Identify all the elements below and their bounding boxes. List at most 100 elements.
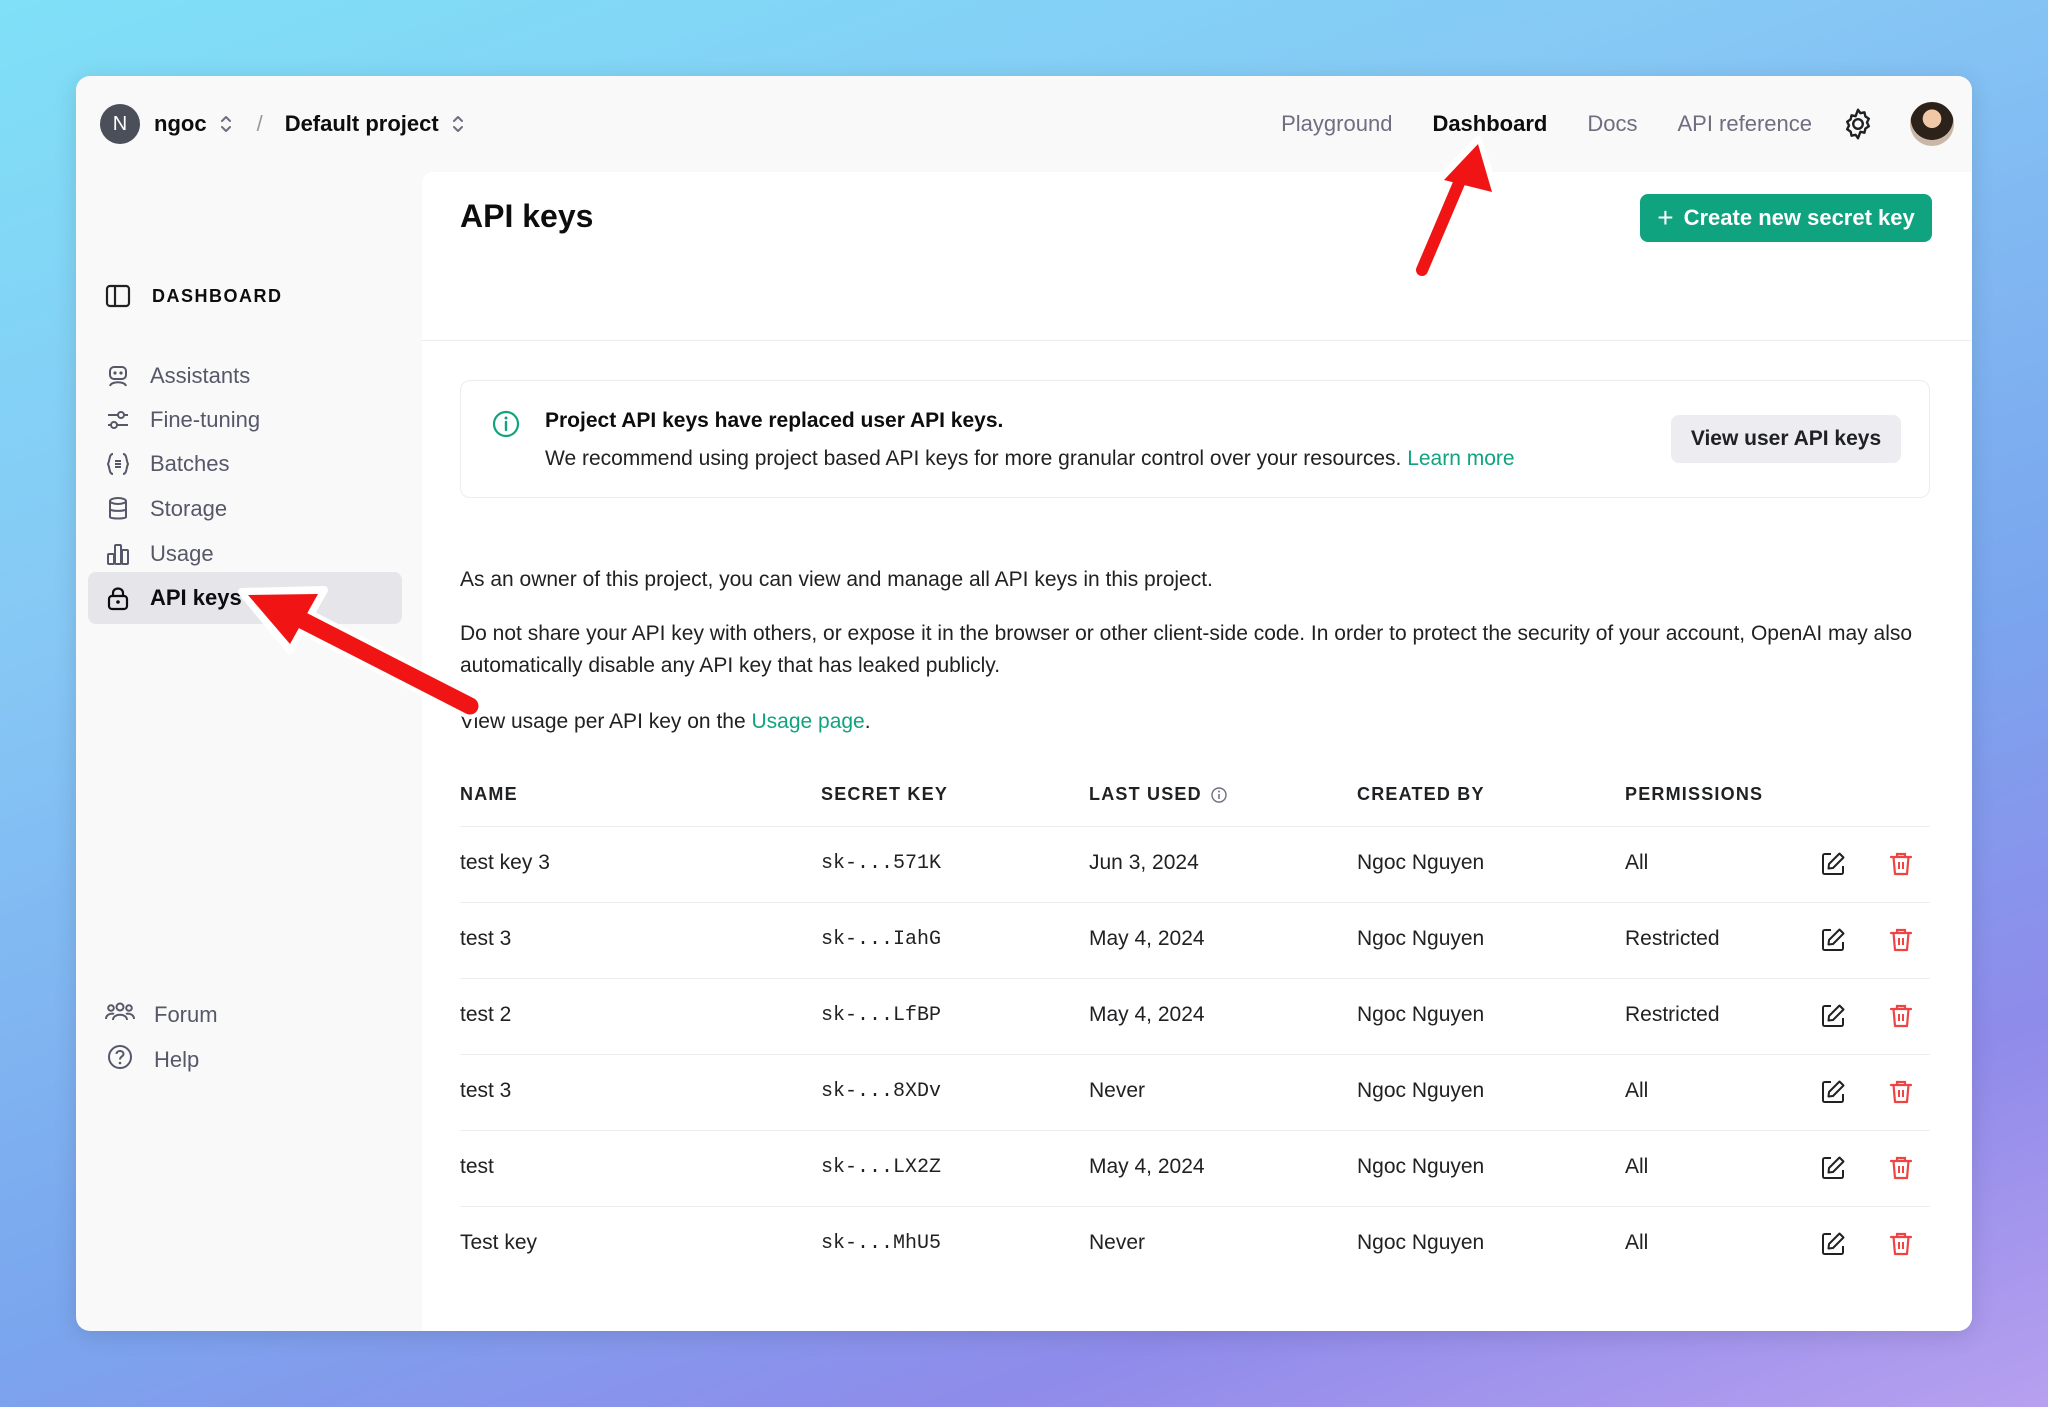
sidebar-item-help[interactable]: Help bbox=[104, 1043, 199, 1076]
created-by: Ngoc Nguyen bbox=[1357, 1231, 1485, 1254]
project-name[interactable]: Default project bbox=[285, 111, 439, 137]
key-name: Test key bbox=[460, 1231, 538, 1254]
last-used: Never bbox=[1089, 1231, 1146, 1254]
secret-key: sk-...LfBP bbox=[821, 1004, 942, 1027]
table-row: test 3 sk-...IahG May 4, 2024 Ngoc Nguye… bbox=[460, 903, 1930, 979]
nav-dashboard[interactable]: Dashboard bbox=[1432, 111, 1547, 137]
key-name: test 3 bbox=[460, 927, 512, 950]
sidebar-item-forum[interactable]: Forum bbox=[104, 998, 218, 1031]
permissions: All bbox=[1625, 1231, 1649, 1254]
edit-icon[interactable] bbox=[1818, 1077, 1848, 1107]
column-created-by: CREATED BY bbox=[1357, 784, 1485, 804]
chevron-updown-icon[interactable] bbox=[219, 113, 233, 135]
view-user-api-keys-button[interactable]: View user API keys bbox=[1671, 415, 1901, 463]
sliders-icon bbox=[104, 406, 132, 434]
trash-icon[interactable] bbox=[1886, 925, 1916, 955]
sidebar-item-label: Forum bbox=[154, 1001, 218, 1027]
org-avatar: N bbox=[100, 104, 140, 144]
create-secret-key-label: Create new secret key bbox=[1683, 205, 1915, 230]
secret-key: sk-...571K bbox=[821, 852, 942, 875]
nav-playground[interactable]: Playground bbox=[1281, 111, 1392, 137]
app-window: N ngoc / Default project Playground Dash… bbox=[76, 76, 1972, 1331]
header-divider bbox=[422, 340, 1972, 341]
notice-text: We recommend using project based API key… bbox=[545, 447, 1515, 471]
chevron-updown-icon[interactable] bbox=[451, 113, 465, 135]
gear-icon[interactable] bbox=[1840, 106, 1876, 142]
usage-page-prefix: View usage per API key on the bbox=[460, 710, 746, 733]
usage-page-link[interactable]: Usage page bbox=[751, 710, 864, 733]
info-icon bbox=[492, 410, 520, 438]
table-row: test sk-...LX2Z May 4, 2024 Ngoc Nguyen … bbox=[460, 1131, 1930, 1207]
org-switcher[interactable]: N ngoc / Default project bbox=[100, 104, 465, 144]
created-by: Ngoc Nguyen bbox=[1357, 1003, 1485, 1026]
trash-icon[interactable] bbox=[1886, 1153, 1916, 1183]
database-icon bbox=[104, 495, 132, 523]
user-avatar[interactable] bbox=[1910, 102, 1954, 146]
trash-icon[interactable] bbox=[1886, 1077, 1916, 1107]
created-by: Ngoc Nguyen bbox=[1357, 927, 1485, 950]
table-row: test 2 sk-...LfBP May 4, 2024 Ngoc Nguye… bbox=[460, 979, 1930, 1055]
edit-icon[interactable] bbox=[1818, 849, 1848, 879]
trash-icon[interactable] bbox=[1886, 849, 1916, 879]
permissions: All bbox=[1625, 1155, 1649, 1178]
learn-more-link[interactable]: Learn more bbox=[1407, 447, 1514, 470]
plus-icon: + bbox=[1657, 202, 1674, 233]
edit-icon[interactable] bbox=[1818, 1229, 1848, 1259]
top-nav: Playground Dashboard Docs API reference bbox=[1281, 76, 1812, 172]
usage-page-suffix: . bbox=[864, 710, 871, 733]
nav-docs[interactable]: Docs bbox=[1587, 111, 1637, 137]
secret-key: sk-...LX2Z bbox=[821, 1156, 942, 1179]
secret-key: sk-...MhU5 bbox=[821, 1232, 942, 1255]
notice-banner: Project API keys have replaced user API … bbox=[460, 380, 1930, 498]
table-row: test key 3 sk-...571K Jun 3, 2024 Ngoc N… bbox=[460, 827, 1930, 903]
permissions: All bbox=[1625, 1079, 1649, 1102]
lock-icon bbox=[104, 584, 132, 612]
sidebar-item-label: Storage bbox=[150, 496, 228, 521]
sidebar-header-label: DASHBOARD bbox=[152, 285, 283, 306]
edit-icon[interactable] bbox=[1818, 1001, 1848, 1031]
sidebar-header[interactable]: DASHBOARD bbox=[104, 282, 283, 310]
top-bar: N ngoc / Default project Playground Dash… bbox=[76, 76, 1972, 172]
column-last-used-label: LAST USED bbox=[1089, 784, 1202, 804]
create-secret-key-button[interactable]: + Create new secret key bbox=[1640, 194, 1932, 242]
sidebar-item-label: Usage bbox=[150, 541, 214, 566]
last-used: May 4, 2024 bbox=[1089, 1155, 1205, 1178]
sidebar-item-label: Batches bbox=[150, 451, 230, 476]
last-used: May 4, 2024 bbox=[1089, 927, 1205, 950]
edit-icon[interactable] bbox=[1818, 925, 1848, 955]
notice-body: We recommend using project based API key… bbox=[545, 447, 1402, 470]
key-name: test 3 bbox=[460, 1079, 512, 1102]
main-panel: API keys + Create new secret key Project… bbox=[422, 172, 1972, 1331]
bar-chart-icon bbox=[104, 540, 132, 568]
column-name: NAME bbox=[460, 784, 518, 804]
usage-page-text: View usage per API key on the Usage page… bbox=[460, 706, 1940, 738]
created-by: Ngoc Nguyen bbox=[1357, 1155, 1485, 1178]
nav-api-reference[interactable]: API reference bbox=[1677, 111, 1812, 137]
sidebar-toggle-icon bbox=[105, 284, 131, 308]
key-name: test key 3 bbox=[460, 851, 550, 874]
api-keys-table: NAME SECRET KEY LAST USED CREATED BY PER… bbox=[460, 770, 1930, 1282]
table-row: Test key sk-...MhU5 Never Ngoc Nguyen Al… bbox=[460, 1207, 1930, 1282]
permissions: Restricted bbox=[1625, 927, 1720, 950]
sidebar-item-label: Help bbox=[154, 1046, 200, 1072]
trash-icon[interactable] bbox=[1886, 1229, 1916, 1259]
table-row: test 3 sk-...8XDv Never Ngoc Nguyen All bbox=[460, 1055, 1930, 1131]
people-icon bbox=[104, 998, 136, 1031]
notice-title: Project API keys have replaced user API … bbox=[545, 409, 1004, 432]
last-used: May 4, 2024 bbox=[1089, 1003, 1205, 1026]
column-secret-key: SECRET KEY bbox=[821, 784, 949, 804]
table-body: test key 3 sk-...571K Jun 3, 2024 Ngoc N… bbox=[460, 827, 1930, 1282]
created-by: Ngoc Nguyen bbox=[1357, 1079, 1485, 1102]
permissions: All bbox=[1625, 851, 1649, 874]
security-warning: Do not share your API key with others, o… bbox=[460, 622, 1913, 677]
last-used: Jun 3, 2024 bbox=[1089, 851, 1199, 874]
secret-key: sk-...8XDv bbox=[821, 1080, 942, 1103]
edit-icon[interactable] bbox=[1818, 1153, 1848, 1183]
trash-icon[interactable] bbox=[1886, 1001, 1916, 1031]
org-name: ngoc bbox=[154, 111, 207, 136]
sidebar-item-api-keys[interactable]: API keys bbox=[88, 572, 402, 624]
sidebar-item-label: Assistants bbox=[150, 363, 251, 388]
column-permissions: PERMISSIONS bbox=[1625, 784, 1764, 804]
info-icon[interactable] bbox=[1210, 786, 1228, 804]
table-header: NAME SECRET KEY LAST USED CREATED BY PER… bbox=[460, 770, 1930, 827]
